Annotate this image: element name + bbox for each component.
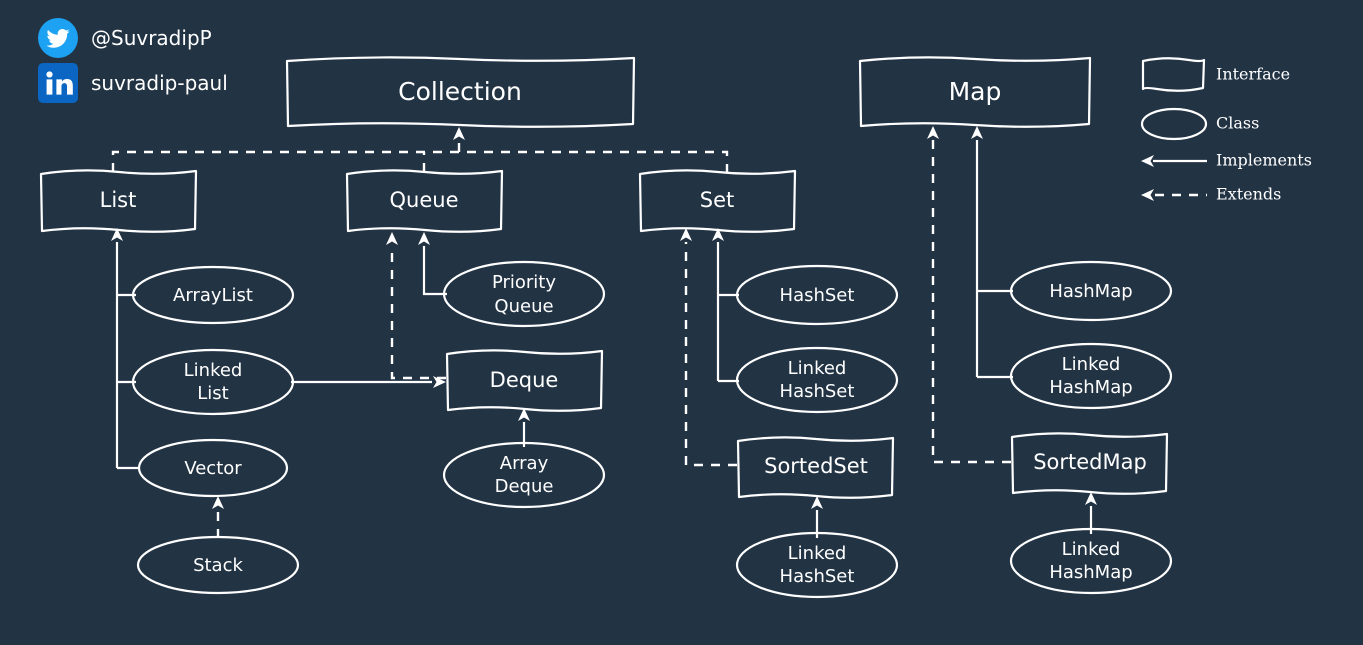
node-label-linkedhashset-sorted-line1: Linked <box>788 543 847 564</box>
node-hashset[interactable]: HashSet <box>735 264 899 326</box>
node-label-priorityqueue-line2: Queue <box>494 296 553 317</box>
node-label-linkedhashmap-line1: Linked <box>1062 354 1121 375</box>
legend-item-interface: Interface <box>1141 57 1290 92</box>
legend: Interface Class Implements Extends <box>1140 57 1312 204</box>
node-label-hashmap: HashMap <box>1049 281 1132 302</box>
edge-linkedhashmap-to-sortedmap <box>1085 492 1097 534</box>
node-label-sortedmap: SortedMap <box>1033 450 1147 474</box>
node-label-hashset: HashSet <box>780 285 855 306</box>
linkedin-handle: suvradip-paul <box>91 71 228 95</box>
legend-label-class: Class <box>1216 114 1259 133</box>
node-label-collection: Collection <box>398 77 522 106</box>
node-set[interactable]: Set <box>638 169 797 233</box>
node-label-arraydeque-line2: Deque <box>495 476 554 497</box>
node-label-list: List <box>100 188 137 212</box>
node-label-map: Map <box>949 77 1002 106</box>
node-linkedhashset-sorted[interactable]: Linked HashSet <box>735 531 899 599</box>
node-label-stack: Stack <box>193 555 243 576</box>
node-deque[interactable]: Deque <box>445 349 604 412</box>
node-label-queue: Queue <box>390 188 459 212</box>
edge-set-implementors <box>712 228 739 383</box>
diagram-canvas: Collection Map List Queue Set Deque Sort… <box>0 0 1363 645</box>
node-label-linkedlist-line1: Linked <box>184 360 243 381</box>
node-queue[interactable]: Queue <box>345 169 504 233</box>
edge-list-implementors <box>111 228 140 470</box>
edge-sortedset-to-set <box>680 228 737 467</box>
twitter-handle: @SuvradipP <box>91 26 212 50</box>
social-linkedin[interactable]: suvradip-paul <box>38 63 228 103</box>
node-arraylist[interactable]: ArrayList <box>131 265 295 325</box>
node-map[interactable]: Map <box>858 56 1092 128</box>
node-label-sortedset: SortedSet <box>764 454 868 478</box>
edge-sortedmap-to-map <box>927 126 1011 464</box>
node-label-linkedhashset-line1: Linked <box>788 358 847 379</box>
node-label-set: Set <box>700 188 734 212</box>
node-label-arraydeque-line1: Array <box>500 453 549 474</box>
node-stack[interactable]: Stack <box>136 535 300 595</box>
edge-map-implementors <box>971 126 1013 379</box>
node-vector[interactable]: Vector <box>137 438 289 498</box>
legend-item-class: Class <box>1140 107 1259 141</box>
node-arraydeque[interactable]: Array Deque <box>442 441 606 509</box>
node-label-deque: Deque <box>490 368 559 392</box>
legend-label-extends: Extends <box>1216 185 1281 204</box>
social-twitter[interactable]: @SuvradipP <box>38 18 212 58</box>
edge-priorityqueue-to-queue <box>418 232 447 296</box>
node-sortedset[interactable]: SortedSet <box>736 436 895 499</box>
node-label-linkedhashmap-sorted-line2: HashMap <box>1049 562 1132 583</box>
node-collection[interactable]: Collection <box>285 56 636 128</box>
legend-item-extends: Extends <box>1141 185 1281 204</box>
legend-label-implements: Implements <box>1216 151 1312 170</box>
twitter-bird-icon <box>38 18 78 58</box>
node-linkedhashmap-sorted[interactable]: Linked HashMap <box>1009 527 1173 595</box>
node-label-linkedhashmap-sorted-line1: Linked <box>1062 539 1121 560</box>
legend-item-implements: Implements <box>1141 151 1312 170</box>
edge-stack-to-vector <box>212 496 224 538</box>
node-label-linkedlist-line2: List <box>197 383 228 404</box>
node-linkedhashset[interactable]: Linked HashSet <box>735 346 899 414</box>
node-label-linkedhashset-sorted-line2: HashSet <box>780 566 855 587</box>
linkedin-in-icon <box>38 63 78 103</box>
edge-deque-to-queue <box>386 232 446 380</box>
edge-subinterfaces-to-collection <box>111 127 729 172</box>
node-priorityqueue[interactable]: Priority Queue <box>442 260 606 328</box>
node-sortedmap[interactable]: SortedMap <box>1010 432 1169 495</box>
node-linkedhashmap[interactable]: Linked HashMap <box>1009 342 1173 410</box>
node-label-linkedhashmap-line2: HashMap <box>1049 377 1132 398</box>
node-label-arraylist: ArrayList <box>173 285 253 306</box>
edge-arraydeque-to-deque <box>518 408 530 447</box>
node-label-priorityqueue-line1: Priority <box>492 272 556 293</box>
node-hashmap[interactable]: HashMap <box>1009 260 1173 322</box>
node-linkedlist[interactable]: Linked List <box>131 348 295 416</box>
node-label-vector: Vector <box>184 458 242 479</box>
node-label-linkedhashset-line2: HashSet <box>780 381 855 402</box>
edge-linkedhashset-to-sortedset <box>811 496 823 538</box>
legend-label-interface: Interface <box>1216 65 1290 84</box>
node-list[interactable]: List <box>39 169 198 233</box>
